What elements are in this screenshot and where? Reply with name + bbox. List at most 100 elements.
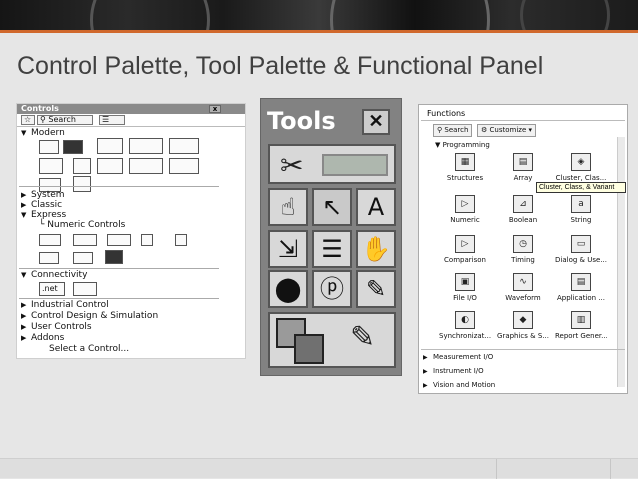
slide-ctrl-icon[interactable] (107, 234, 131, 246)
dialog-palette-item[interactable]: ▭ Dialog & Use... (555, 235, 607, 264)
list-table-icon[interactable] (169, 138, 199, 154)
divider (421, 349, 625, 350)
header-banner (0, 0, 638, 30)
ring-enum-icon[interactable] (73, 158, 91, 174)
search-button[interactable]: ⚲ Search (433, 124, 473, 137)
num-ctrl-icon[interactable] (39, 234, 61, 246)
get-color-tool-icon[interactable]: ✎ (356, 270, 396, 308)
category-addons[interactable]: ▶ Addons (21, 333, 64, 343)
array-palette-item[interactable]: ▤ Array (497, 153, 549, 182)
string-icon: a (571, 195, 591, 213)
timing-palette-item[interactable]: ◷ Timing (497, 235, 549, 264)
pin-icon[interactable]: ☆ (21, 115, 35, 125)
category-connectivity[interactable]: ▼ Connectivity (21, 270, 87, 280)
chevron-down-icon: ▾ (528, 126, 533, 134)
collapsed-icon: ▶ (21, 323, 27, 331)
category-modern[interactable]: ▼ Modern (21, 128, 65, 138)
functions-title: Functions (427, 109, 466, 118)
expand-icon: ▼ (21, 129, 27, 137)
footer-bar (0, 458, 638, 479)
breakpoint-tool-icon[interactable]: ⬤ (268, 270, 308, 308)
customize-button[interactable]: ⚙ Customize ▾ (477, 124, 537, 137)
auto-tool-indicator (322, 154, 388, 176)
cluster-icon: ◈ (571, 153, 591, 171)
tank-icon[interactable] (141, 234, 153, 246)
automatic-tool-selection[interactable]: ✂ (268, 144, 396, 184)
scroll-window-tool-icon[interactable]: ✋ (356, 230, 396, 268)
category-express[interactable]: ▼ Express (21, 210, 66, 220)
controls-toolbar: ☆ ⚲ Search ☰ (17, 114, 245, 127)
search-button[interactable]: ⚲ Search (37, 115, 93, 125)
collapsed-icon: ▶ (21, 334, 27, 342)
vslide-icon[interactable] (175, 234, 187, 246)
subpalette-vision-motion[interactable]: ▶ Vision and Motion (423, 381, 495, 389)
subpalette-instrument-io[interactable]: ▶ Instrument I/O (423, 367, 484, 375)
footer-divider (496, 459, 497, 479)
boolean-icon[interactable] (63, 140, 83, 154)
activex-icon[interactable] (73, 282, 97, 296)
waveform-palette-item[interactable]: ∿ Waveform (497, 273, 549, 302)
tooltip: Cluster, Class, & Variant (536, 182, 626, 193)
tools-title: Tools (267, 107, 336, 135)
close-icon[interactable]: x (209, 105, 221, 113)
boolean-palette-item[interactable]: ⊿ Boolean (497, 195, 549, 224)
meter-icon[interactable] (39, 252, 59, 264)
footer-divider (610, 459, 611, 479)
category-numeric-controls[interactable]: └ Numeric Controls (39, 220, 125, 230)
graph-icon[interactable] (39, 158, 63, 174)
operate-value-tool-icon[interactable]: ☝ (268, 188, 308, 226)
report-palette-item[interactable]: ▥ Report Gener... (555, 311, 607, 340)
decorations-icon[interactable] (73, 176, 91, 192)
array-icon[interactable] (129, 138, 163, 154)
probe-tool-icon[interactable]: ⓟ (312, 270, 352, 308)
accent-stripe (0, 30, 638, 33)
graphics-palette-item[interactable]: ◆ Graphics & S... (497, 311, 549, 340)
subpalette-measurement-io[interactable]: ▶ Measurement I/O (423, 353, 493, 361)
numeric-palette-item[interactable]: ▷ Numeric (439, 195, 491, 224)
category-system[interactable]: ▶ System (21, 190, 65, 200)
structures-palette-item[interactable]: ▦ Structures (439, 153, 491, 182)
waveform-icon: ∿ (513, 273, 533, 291)
comparison-palette-item[interactable]: ▷ Comparison (439, 235, 491, 264)
numeric-icon[interactable] (39, 140, 59, 154)
io-icon[interactable] (129, 158, 163, 174)
expand-icon: ▼ (435, 141, 443, 149)
numeric-icon: ▷ (455, 195, 475, 213)
dotnet-icon[interactable]: .net (39, 282, 65, 296)
search-icon: ⚲ (437, 126, 443, 134)
dialog-icon: ▭ (571, 235, 591, 253)
decor-arc (520, 0, 610, 30)
set-color-tool[interactable]: ✎ (268, 312, 396, 368)
report-icon: ▥ (571, 311, 591, 329)
connect-wire-tool-icon[interactable]: ⇲ (268, 230, 308, 268)
category-control-design[interactable]: ▶ Control Design & Simulation (21, 311, 158, 321)
string-palette-item[interactable]: a String (555, 195, 607, 224)
collapsed-icon: ▶ (423, 382, 428, 389)
category-user-controls[interactable]: ▶ User Controls (21, 322, 92, 332)
position-select-tool-icon[interactable]: ↖ (312, 188, 352, 226)
view-button[interactable]: ☰ (99, 115, 125, 125)
collapsed-icon: ▶ (423, 368, 428, 375)
cluster-palette-item[interactable]: ◈ Cluster, Clas... (555, 153, 607, 182)
container-icon[interactable] (97, 158, 123, 174)
auto-tool-icon: ✂ (280, 150, 304, 181)
refnum-icon[interactable] (169, 158, 199, 174)
category-industrial-control[interactable]: ▶ Industrial Control (21, 300, 109, 310)
edit-text-tool-icon[interactable]: A (356, 188, 396, 226)
close-icon[interactable]: ✕ (362, 109, 390, 135)
file-io-palette-item[interactable]: ▣ File I/O (439, 273, 491, 302)
collapsed-icon: ▶ (21, 191, 27, 199)
collapsed-icon: ▶ (21, 301, 27, 309)
select-control-item[interactable]: Select a Control... (49, 344, 129, 354)
synchronization-palette-item[interactable]: ◐ Synchronizat... (439, 311, 491, 340)
divider (421, 120, 625, 121)
dial-icon[interactable] (105, 250, 123, 264)
string-path-icon[interactable] (97, 138, 123, 154)
programming-section-header[interactable]: ▼ Programming (435, 141, 490, 149)
knob-icon[interactable] (73, 234, 97, 246)
category-classic[interactable]: ▶ Classic (21, 200, 62, 210)
shortcut-menu-tool-icon[interactable]: ☰ (312, 230, 352, 268)
divider (19, 298, 219, 299)
application-palette-item[interactable]: ▤ Application ... (555, 273, 607, 302)
gauge-icon[interactable] (73, 252, 93, 264)
